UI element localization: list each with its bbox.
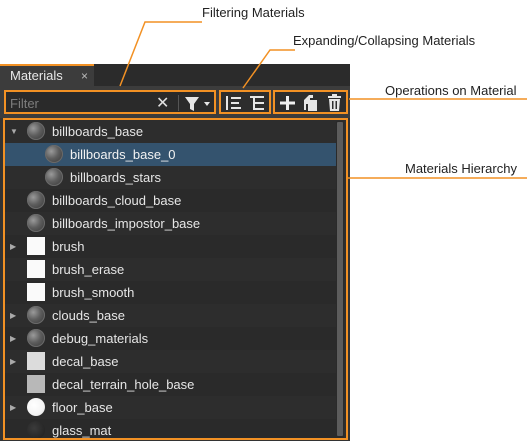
tree-row[interactable]: ▶ decal_base bbox=[5, 350, 336, 373]
material-thumbnail-icon bbox=[27, 375, 45, 393]
tab-strip bbox=[94, 64, 350, 86]
tree-row-label: floor_base bbox=[52, 400, 113, 415]
tab-close-icon[interactable]: × bbox=[81, 66, 88, 86]
tree-row[interactable]: billboards_impostor_base bbox=[5, 212, 336, 235]
tree-row[interactable]: ▼ billboards_base bbox=[5, 120, 336, 143]
tree-row[interactable]: billboards_stars bbox=[5, 166, 336, 189]
material-thumbnail-icon bbox=[27, 329, 45, 347]
material-thumbnail-icon bbox=[27, 214, 45, 232]
filter-dropdown-button[interactable] bbox=[184, 95, 214, 118]
tree-row-label: billboards_base_0 bbox=[70, 147, 176, 162]
tree-row-label: decal_terrain_hole_base bbox=[52, 377, 195, 392]
expand-all-button[interactable] bbox=[224, 94, 244, 112]
funnel-icon bbox=[185, 97, 210, 111]
collapsed-arrow-icon[interactable]: ▶ bbox=[10, 350, 20, 373]
tree-row-label: billboards_stars bbox=[70, 170, 162, 185]
callout-hierarchy: Materials Hierarchy bbox=[405, 161, 517, 176]
expand-all-icon bbox=[226, 96, 241, 110]
collapsed-arrow-icon[interactable]: ▶ bbox=[10, 304, 20, 327]
tree-row-label: glass_mat bbox=[52, 423, 112, 438]
filter-group: ✕ bbox=[4, 90, 216, 114]
expanded-arrow-icon[interactable]: ▼ bbox=[10, 120, 20, 143]
tree-row-label: debug_materials bbox=[52, 331, 149, 346]
collapse-all-icon bbox=[250, 96, 264, 110]
tree-row[interactable]: ▶ clouds_base bbox=[5, 304, 336, 327]
materials-panel: Materials × ✕ bbox=[0, 64, 350, 441]
tree-row-label: brush_smooth bbox=[52, 285, 135, 300]
tree-row-label: clouds_base bbox=[52, 308, 125, 323]
tree-row[interactable]: ▶ brush bbox=[5, 235, 336, 258]
material-thumbnail-icon bbox=[27, 122, 45, 140]
material-thumbnail-icon bbox=[27, 237, 45, 255]
collapsed-arrow-icon[interactable]: ▶ bbox=[10, 327, 20, 350]
material-thumbnail-icon bbox=[27, 260, 45, 278]
material-thumbnail-icon bbox=[45, 168, 63, 186]
clone-icon bbox=[304, 95, 317, 111]
materials-tree: glass_mat ▶ floor_base decal_terrain_hole_b… bbox=[3, 118, 348, 440]
collapse-all-button[interactable] bbox=[248, 94, 268, 112]
delete-material-button[interactable] bbox=[325, 94, 345, 112]
tree-row-label: decal_base bbox=[52, 354, 119, 369]
tree-row[interactable]: brush_smooth bbox=[5, 281, 336, 304]
collapsed-arrow-icon[interactable]: ▶ bbox=[10, 235, 20, 258]
material-thumbnail-icon bbox=[27, 306, 45, 324]
scrollbar-thumb[interactable] bbox=[337, 122, 343, 436]
tree-row-label: brush_erase bbox=[52, 262, 125, 277]
tree-row[interactable]: ▶ debug_materials bbox=[5, 327, 336, 350]
material-thumbnail-icon bbox=[27, 283, 45, 301]
tree-row-label: brush bbox=[52, 239, 85, 254]
tree-row[interactable]: billboards_base_0 bbox=[5, 143, 336, 166]
clear-filter-icon[interactable]: ✕ bbox=[156, 93, 169, 113]
tree-row-label: billboards_base bbox=[52, 124, 144, 139]
tree-row[interactable]: decal_terrain_hole_base bbox=[5, 373, 336, 396]
filter-input[interactable] bbox=[10, 94, 148, 112]
tree-row[interactable]: glass_mat bbox=[5, 419, 336, 438]
material-thumbnail-icon bbox=[27, 398, 45, 416]
expand-collapse-group bbox=[219, 90, 271, 114]
tree-row-label: billboards_impostor_base bbox=[52, 216, 201, 231]
trash-icon bbox=[328, 94, 341, 111]
callout-expanding: Expanding/Collapsing Materials bbox=[293, 33, 476, 48]
operations-group bbox=[273, 90, 348, 114]
callout-operations: Operations on Material bbox=[385, 83, 517, 98]
callout-filtering: Filtering Materials bbox=[202, 5, 305, 20]
plus-icon bbox=[280, 96, 295, 110]
filter-divider bbox=[178, 95, 179, 111]
collapsed-arrow-icon[interactable]: ▶ bbox=[10, 396, 20, 419]
material-thumbnail-icon bbox=[27, 352, 45, 370]
tree-row[interactable]: billboards_cloud_base bbox=[5, 189, 336, 212]
material-thumbnail-icon bbox=[27, 421, 45, 438]
add-material-button[interactable] bbox=[278, 94, 298, 112]
tab-label: Materials bbox=[10, 68, 63, 83]
tree-row-label: billboards_cloud_base bbox=[52, 193, 182, 208]
clone-material-button[interactable] bbox=[301, 94, 321, 112]
tab-materials[interactable]: Materials × bbox=[0, 64, 94, 86]
material-thumbnail-icon bbox=[45, 145, 63, 163]
material-thumbnail-icon bbox=[27, 191, 45, 209]
tree-row[interactable]: ▶ floor_base bbox=[5, 396, 336, 419]
tree-row[interactable]: brush_erase bbox=[5, 258, 336, 281]
